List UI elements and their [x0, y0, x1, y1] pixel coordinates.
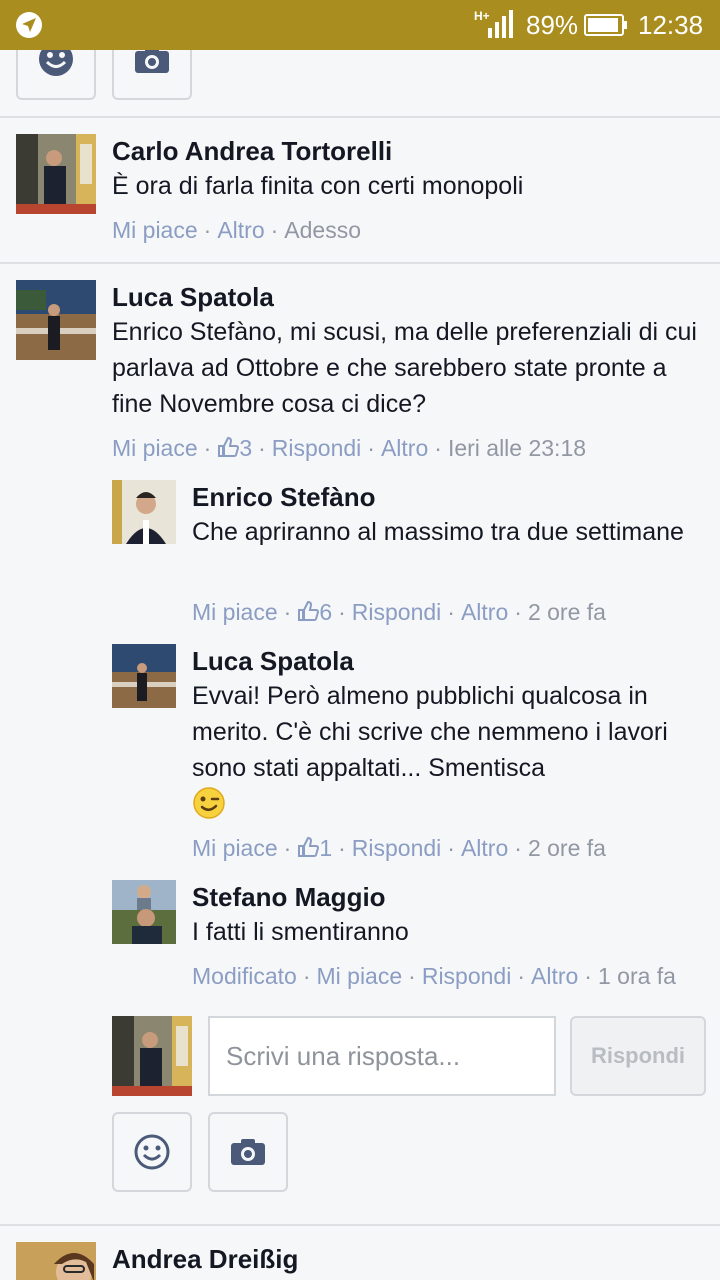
divider: [0, 116, 720, 118]
timestamp: Ieri alle 23:18: [447, 435, 587, 461]
reply-text: I fatti li smentiranno: [192, 918, 409, 946]
comment-author[interactable]: Luca Spatola: [112, 282, 274, 312]
reply-input[interactable]: Scrivi una risposta...: [208, 1016, 556, 1096]
battery-percentage: 89%: [526, 10, 579, 40]
thumbs-up-icon: [218, 436, 240, 457]
reply-link[interactable]: Rispondi: [272, 435, 362, 461]
current-user-avatar: [112, 1016, 192, 1096]
timestamp: 1 ora fa: [597, 963, 676, 989]
more-link[interactable]: Altro: [461, 599, 508, 625]
smiley-icon: [134, 1134, 170, 1170]
comment-author[interactable]: Carlo Andrea Tortorelli: [112, 136, 392, 166]
comment-text: Enrico Stefàno, mi scusi, ma delle prefe…: [112, 318, 697, 418]
like-link[interactable]: Mi piace: [192, 835, 278, 861]
comment-actions: Mi piace · Altro · Adesso: [112, 217, 362, 243]
avatar[interactable]: [112, 644, 176, 708]
reply-text: Evvai! Però almeno pubblichi qualcosa in…: [192, 678, 712, 824]
more-link[interactable]: Altro: [217, 217, 264, 243]
reply-link[interactable]: Rispondi: [352, 599, 442, 625]
timestamp: 2 ore fa: [527, 835, 606, 861]
more-link[interactable]: Altro: [381, 435, 428, 461]
comment-text: È ora di farla finita con certi monopoli: [112, 172, 524, 200]
like-link[interactable]: Mi piace: [112, 217, 198, 243]
more-link[interactable]: Altro: [531, 963, 578, 989]
thumbs-up-icon: [298, 600, 320, 621]
avatar[interactable]: [16, 134, 96, 214]
reply-author[interactable]: Luca Spatola: [192, 646, 354, 676]
camera-button[interactable]: [208, 1112, 288, 1192]
reply-text: Che apriranno al massimo tra due settima…: [192, 518, 684, 546]
reply-actions: Mi piace · 1 · Rispondi · Altro · 2 ore fa: [192, 835, 606, 861]
like-count[interactable]: 1: [297, 835, 332, 861]
camera-icon: [231, 1139, 265, 1165]
battery-icon: [584, 14, 627, 36]
timestamp: 2 ore fa: [527, 599, 606, 625]
reply-link[interactable]: Rispondi: [422, 963, 512, 989]
reply-actions: Modificato · Mi piace · Rispondi · Altro · 1 ora…: [192, 963, 676, 989]
avatar[interactable]: [16, 280, 96, 360]
like-link[interactable]: Mi piace: [112, 435, 198, 461]
reply-author[interactable]: Enrico Stefàno: [192, 482, 375, 512]
location-arrow-icon: [16, 12, 42, 38]
edited-link[interactable]: Modificato: [192, 963, 297, 989]
timestamp: Adesso: [284, 217, 362, 243]
reply-author[interactable]: Stefano Maggio: [192, 882, 386, 912]
like-count[interactable]: 3: [217, 435, 252, 461]
avatar[interactable]: [16, 1242, 96, 1280]
svg-text:H+: H+: [474, 9, 490, 23]
avatar[interactable]: [112, 880, 176, 944]
divider: [0, 262, 720, 264]
emoji-button[interactable]: [112, 1112, 192, 1192]
reply-link[interactable]: Rispondi: [352, 835, 442, 861]
reply-submit-button[interactable]: Rispondi: [570, 1016, 706, 1096]
comment-author[interactable]: Andrea Dreißig: [112, 1244, 298, 1274]
reply-actions: Mi piace · 6 · Rispondi · Altro · 2 ore fa: [192, 599, 606, 625]
clock: 12:38: [638, 10, 704, 40]
wink-emoji-icon: [193, 787, 225, 819]
divider: [0, 1224, 720, 1226]
status-bar-content: H+ 89% 12:38: [0, 0, 720, 50]
like-link[interactable]: Mi piace: [192, 599, 278, 625]
like-link[interactable]: Mi piace: [317, 963, 403, 989]
more-link[interactable]: Altro: [461, 835, 508, 861]
like-count[interactable]: 6: [297, 599, 332, 625]
comment-actions: Mi piace · 3 · Rispondi · Altro · Ieri alle 23:1…: [112, 435, 587, 461]
signal-icon: H+: [474, 9, 513, 38]
thumbs-up-icon: [298, 836, 320, 857]
avatar[interactable]: [112, 480, 176, 544]
